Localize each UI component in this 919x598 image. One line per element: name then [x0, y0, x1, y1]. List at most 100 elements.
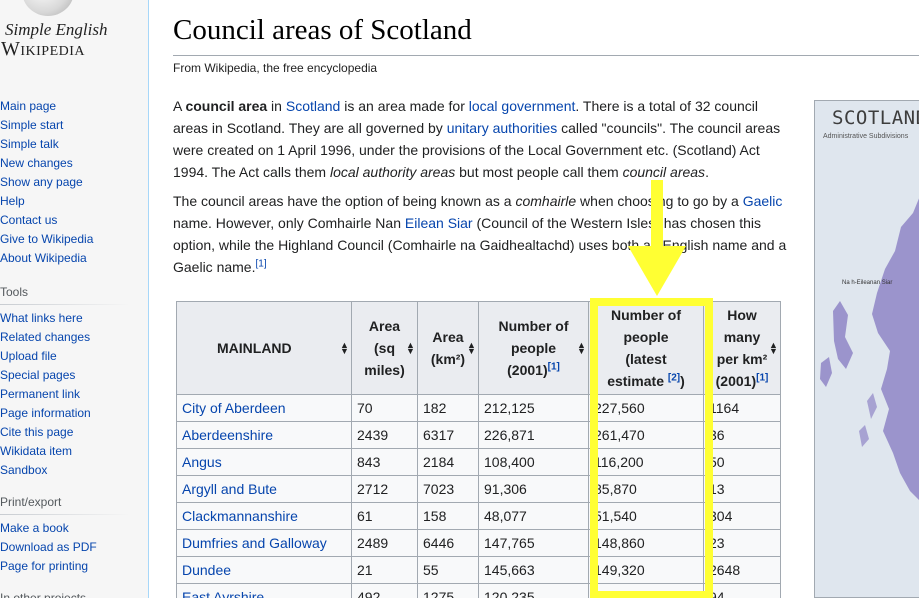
table-row: Aberdeenshire 2439 6317 226,871 261,470 … [176, 421, 781, 449]
sidebar-link-page-information[interactable]: Page information [0, 404, 148, 423]
tools-divider [0, 304, 130, 305]
other-projects-heading[interactable]: In other projects [0, 589, 148, 598]
cell-people-2001: 147,765 [478, 529, 589, 557]
col-people-latest-header[interactable]: Number of people (latest estimate [2]) [588, 301, 704, 395]
sidebar-link-main-page[interactable]: Main page [0, 97, 148, 116]
cell-km2: 182 [417, 394, 479, 422]
sidebar-link-what-links-here[interactable]: What links here [0, 309, 148, 328]
cell-density: 50 [703, 448, 781, 476]
cell-people-2001: 48,077 [478, 502, 589, 530]
wikipedia-logo[interactable]: Simple English Wikipedia [0, 0, 148, 70]
article-content: Council areas of Scotland From Wikipedia… [148, 0, 919, 598]
link-scotland[interactable]: Scotland [286, 98, 340, 114]
sidebar-link-make-a-book[interactable]: Make a book [0, 519, 148, 538]
cell-people-latest: 149,320 [588, 556, 704, 584]
other-projects-menu: In other projects [0, 589, 148, 598]
council-link[interactable]: Angus [182, 454, 222, 470]
cell-density: 23 [703, 529, 781, 557]
cell-sqmi: 2712 [351, 475, 418, 503]
sidebar-link-sandbox[interactable]: Sandbox [0, 461, 148, 480]
council-link[interactable]: City of Aberdeen [182, 400, 286, 416]
council-link[interactable]: Aberdeenshire [182, 427, 273, 443]
reference-link[interactable]: [1] [756, 372, 768, 383]
cell-density: 304 [703, 502, 781, 530]
link-local-government[interactable]: local government [469, 98, 576, 114]
cell-km2: 158 [417, 502, 479, 530]
print-heading[interactable]: Print/export [0, 493, 148, 512]
sidebar-link-page-for-printing[interactable]: Page for printing [0, 557, 148, 576]
tools-heading[interactable]: Tools [0, 283, 148, 302]
sidebar-link-new-changes[interactable]: New changes [0, 154, 148, 173]
sort-arrows-icon[interactable]: ▲ ▼ [577, 341, 586, 356]
scotland-outline-icon [820, 198, 919, 500]
sidebar-link-contact-us[interactable]: Contact us [0, 211, 148, 230]
council-link[interactable]: East Ayrshire [182, 589, 264, 598]
cell-density: 13 [703, 475, 781, 503]
cell-people-latest: 148,860 [588, 529, 704, 557]
cell-sqmi: 843 [351, 448, 418, 476]
cell-people-2001: 226,871 [478, 421, 589, 449]
sidebar-link-give[interactable]: Give to Wikipedia [0, 230, 148, 249]
intro-paragraph: A council area in Scotland is an area ma… [173, 98, 781, 180]
council-link[interactable]: Argyll and Bute [182, 481, 277, 497]
cell-sqmi: 21 [351, 556, 418, 584]
map-label-eilean-siar: Na h-Eileanan Siar [842, 280, 893, 286]
cell-people-2001: 108,400 [478, 448, 589, 476]
link-gaelic[interactable]: Gaelic [743, 193, 783, 209]
council-link[interactable]: Dumfries and Galloway [182, 535, 327, 551]
cell-people-latest: 116,200 [588, 448, 704, 476]
reference-link[interactable]: [1] [255, 258, 266, 269]
cell-people-latest [588, 583, 704, 598]
sidebar-link-help[interactable]: Help [0, 192, 148, 211]
table-row: Dundee 21 55 145,663 149,320 2648 [176, 556, 781, 584]
col-area-sqmi-header[interactable]: Area (sq miles) ▲ ▼ [351, 301, 418, 395]
sort-arrows-icon[interactable]: ▲ ▼ [340, 341, 349, 356]
cell-sqmi: 2489 [351, 529, 418, 557]
sidebar-link-simple-start[interactable]: Simple start [0, 116, 148, 135]
sidebar-link-about[interactable]: About Wikipedia [0, 249, 148, 268]
cell-sqmi: 2439 [351, 421, 418, 449]
council-link[interactable]: Dundee [182, 562, 231, 578]
sidebar-link-simple-talk[interactable]: Simple talk [0, 135, 148, 154]
sidebar-link-related-changes[interactable]: Related changes [0, 328, 148, 347]
sidebar-link-upload-file[interactable]: Upload file [0, 347, 148, 366]
sort-arrows-icon[interactable]: ▲ ▼ [467, 341, 476, 356]
sidebar-link-permanent-link[interactable]: Permanent link [0, 385, 148, 404]
sidebar-link-show-any-page[interactable]: Show any page [0, 173, 148, 192]
cell-sqmi: 70 [351, 394, 418, 422]
sort-arrows-icon[interactable]: ▲ ▼ [769, 341, 778, 356]
cell-km2: 7023 [417, 475, 479, 503]
cell-people-2001: 212,125 [478, 394, 589, 422]
scotland-map-image[interactable]: SCOTLAND Administrative Subdivisions Na … [814, 100, 919, 598]
logo-line1: Simple English [5, 20, 108, 39]
cell-km2: 2184 [417, 448, 479, 476]
cell-people-2001: 120,235 [478, 583, 589, 598]
cell-sqmi: 492 [351, 583, 418, 598]
col-density-header[interactable]: How many per km² (2001)[1] ▲ ▼ [703, 301, 781, 395]
navigation-menu: Main page Simple start Simple talk New c… [0, 97, 148, 268]
reference-link[interactable]: [1] [548, 361, 560, 372]
link-unitary-authorities[interactable]: unitary authorities [447, 120, 558, 136]
link-eilean-siar[interactable]: Eilean Siar [405, 215, 473, 231]
sort-arrows-icon[interactable]: ▲ ▼ [406, 341, 415, 356]
col-area-km2-header[interactable]: Area (km²) ▲ ▼ [417, 301, 479, 395]
table-row: Clackmannanshire 61 158 48,077 51,540 30… [176, 502, 781, 530]
col-people-2001-header[interactable]: Number of people (2001)[1] ▲ ▼ [478, 301, 589, 395]
sidebar-link-special-pages[interactable]: Special pages [0, 366, 148, 385]
sidebar-link-wikidata-item[interactable]: Wikidata item [0, 442, 148, 461]
cell-density: 94 [703, 583, 781, 598]
cell-people-2001: 91,306 [478, 475, 589, 503]
council-areas-table: MAINLAND ▲ ▼ Area (sq miles) ▲ ▼ Area (km²) ▲… [176, 301, 781, 598]
reference-link[interactable]: [2] [668, 372, 680, 383]
gaelic-paragraph: The council areas have the option of bei… [173, 193, 787, 275]
sidebar-link-download-pdf[interactable]: Download as PDF [0, 538, 148, 557]
cell-km2: 1275 [417, 583, 479, 598]
site-tagline: From Wikipedia, the free encyclopedia [173, 61, 378, 75]
table-row: East Ayrshire 492 1275 120,235 94 [176, 583, 781, 598]
sidebar-link-cite-this-page[interactable]: Cite this page [0, 423, 148, 442]
cell-people-latest: 227,560 [588, 394, 704, 422]
cell-km2: 55 [417, 556, 479, 584]
col-mainland-header[interactable]: MAINLAND ▲ ▼ [176, 301, 352, 395]
council-link[interactable]: Clackmannanshire [182, 508, 298, 524]
cell-people-2001: 145,663 [478, 556, 589, 584]
